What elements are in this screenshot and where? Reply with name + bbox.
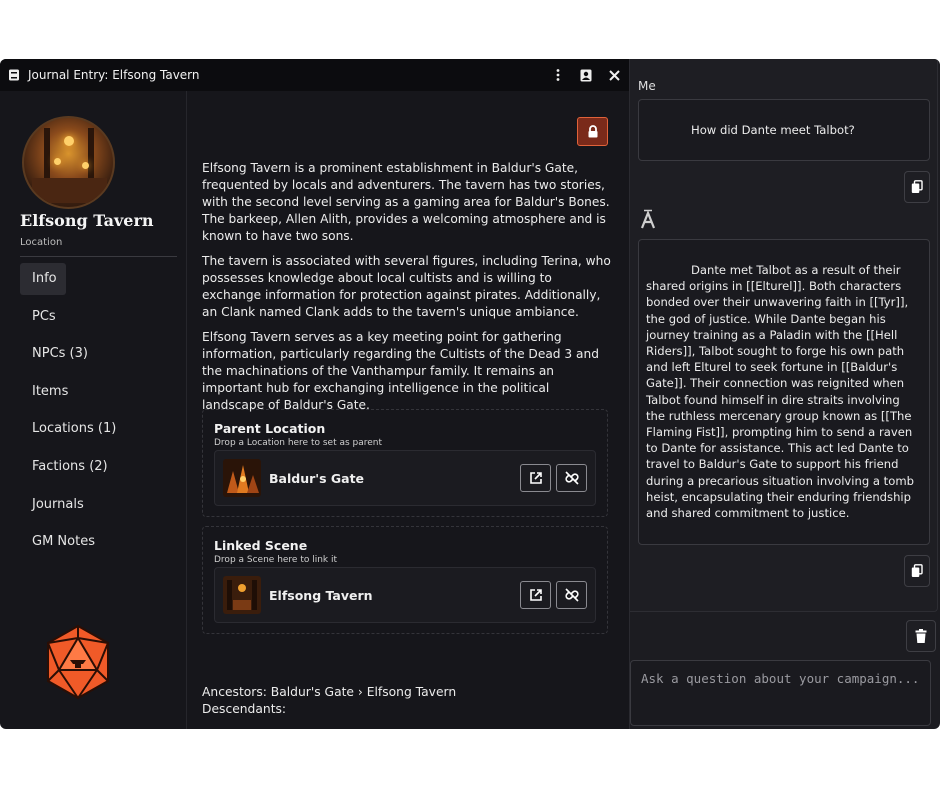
- nav-item-factions[interactable]: Factions (2): [20, 451, 177, 483]
- open-scene-button[interactable]: [520, 581, 551, 609]
- window-title: Journal Entry: Elfsong Tavern: [28, 68, 200, 82]
- unlink-icon: [564, 588, 579, 602]
- sender-label: Me: [638, 79, 656, 93]
- copy-question-button[interactable]: [904, 171, 930, 203]
- ai-icon: [640, 209, 656, 229]
- nav-item-gm-notes[interactable]: GM Notes: [20, 526, 177, 558]
- parent-location-hint: Drop a Location here to set as parent: [214, 438, 383, 448]
- linked-scene-title: Linked Scene: [214, 538, 308, 553]
- copy-icon: [911, 180, 923, 193]
- scene-thumbnail: [223, 576, 261, 614]
- question-text: How did Dante meet Talbot?: [691, 122, 855, 137]
- parent-location-name: Baldur's Gate: [269, 470, 365, 486]
- location-thumbnail: [223, 459, 261, 497]
- open-parent-button[interactable]: [520, 464, 551, 492]
- linked-scene-hint: Drop a Scene here to link it: [214, 555, 338, 565]
- description-paragraph: Elfsong Tavern serves as a key meeting p…: [202, 330, 599, 412]
- external-link-icon: [529, 589, 542, 601]
- nav-item-info[interactable]: Info: [20, 262, 66, 295]
- clear-chat-button[interactable]: [906, 620, 936, 652]
- parent-location-title: Parent Location: [214, 421, 326, 436]
- nav-item-pcs[interactable]: PCs: [20, 300, 177, 332]
- description-paragraph: The tavern is associated with several fi…: [202, 254, 611, 319]
- question-bubble: How did Dante meet Talbot?: [638, 99, 930, 161]
- entry-type: Location: [20, 237, 177, 257]
- portrait-icon[interactable]: [579, 68, 593, 82]
- nav-item-npcs[interactable]: NPCs (3): [20, 338, 177, 370]
- kebab-menu-icon[interactable]: [551, 68, 565, 82]
- chat-history[interactable]: Me How did Dante meet Talbot? Dante met …: [630, 59, 938, 612]
- nav-item-journals[interactable]: Journals: [20, 488, 177, 520]
- unlink-parent-button[interactable]: [556, 464, 587, 492]
- chat-panel: Me How did Dante meet Talbot? Dante met …: [630, 59, 940, 729]
- descendants-text: Descendants:: [202, 702, 287, 716]
- entry-name: Elfsong Tavern: [20, 211, 154, 230]
- copy-icon: [911, 564, 923, 577]
- unlink-icon: [564, 471, 579, 485]
- sidebar-nav: Info PCs NPCs (3) Items Locations (1) Fa…: [20, 262, 186, 558]
- nav-item-items[interactable]: Items: [20, 375, 177, 407]
- external-link-icon: [529, 472, 542, 484]
- trash-icon: [915, 629, 927, 643]
- d20-icon: [47, 624, 109, 700]
- answer-text: Dante met Talbot as a result of their sh…: [646, 263, 914, 521]
- unlink-scene-button[interactable]: [556, 581, 587, 609]
- lock-icon: [588, 125, 597, 138]
- description: Elfsong Tavern is a prominent establishm…: [202, 160, 612, 422]
- answer-bubble: Dante met Talbot as a result of their sh…: [638, 239, 930, 545]
- linked-scene-item[interactable]: Elfsong Tavern: [214, 567, 596, 623]
- ancestry-info: Ancestors: Baldur's Gate › Elfsong Taver…: [202, 684, 456, 718]
- sidebar: Elfsong Tavern Location Info PCs NPCs (3…: [0, 91, 187, 729]
- journal-window: Journal Entry: Elfsong Tavern Elfsong Ta…: [0, 59, 630, 729]
- linked-scene-name: Elfsong Tavern: [269, 587, 373, 603]
- location-avatar: [22, 116, 115, 209]
- window-titlebar[interactable]: Journal Entry: Elfsong Tavern: [0, 59, 629, 91]
- book-icon: [8, 69, 20, 81]
- ancestors-text: Ancestors: Baldur's Gate › Elfsong Taver…: [202, 685, 457, 699]
- main-content: Elfsong Tavern is a prominent establishm…: [188, 91, 629, 729]
- lock-button[interactable]: [577, 117, 608, 146]
- close-icon[interactable]: [607, 68, 621, 82]
- linked-scene-dropzone[interactable]: Linked Scene Drop a Scene here to link i…: [202, 526, 608, 634]
- description-paragraph: Elfsong Tavern is a prominent establishm…: [202, 161, 610, 243]
- chat-input[interactable]: [630, 660, 931, 726]
- parent-location-dropzone[interactable]: Parent Location Drop a Location here to …: [202, 409, 608, 517]
- nav-item-locations[interactable]: Locations (1): [20, 413, 177, 445]
- copy-answer-button[interactable]: [904, 555, 930, 587]
- parent-location-item[interactable]: Baldur's Gate: [214, 450, 596, 506]
